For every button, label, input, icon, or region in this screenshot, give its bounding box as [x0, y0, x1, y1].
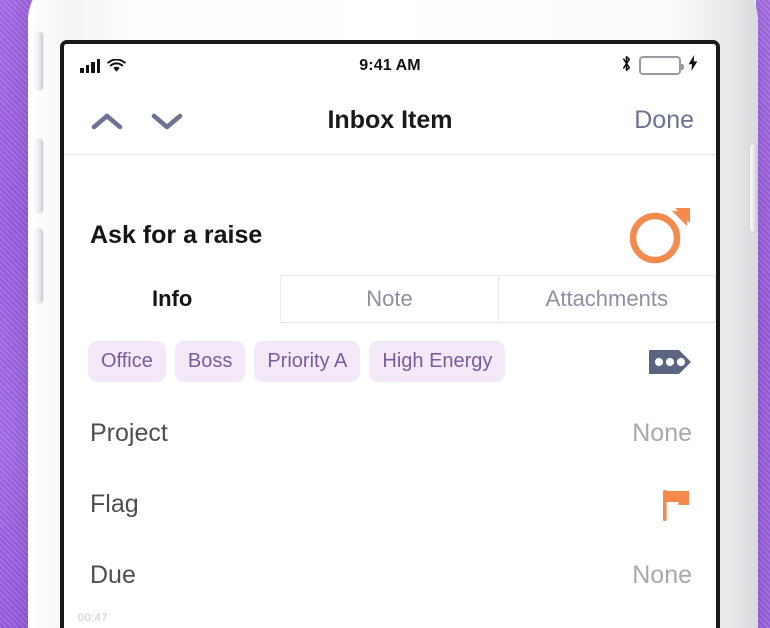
field-label: Due	[90, 561, 136, 589]
field-row-flag[interactable]: Flag	[64, 469, 716, 540]
detail-tabs: Info Note Attachments	[64, 275, 716, 323]
purple-background-right	[756, 0, 770, 628]
tag-pill[interactable]: Priority A	[254, 341, 361, 382]
field-label: Project	[90, 419, 168, 447]
tag-pill[interactable]: Office	[88, 341, 166, 382]
field-row-due[interactable]: Due None	[64, 540, 716, 611]
volume-up-button[interactable]	[36, 139, 43, 213]
flag-icon[interactable]	[662, 488, 692, 522]
status-bar-clock: 9:41 AM	[359, 56, 421, 74]
item-title: Ask for a raise	[90, 220, 263, 249]
tab-info-label: Info	[152, 285, 193, 311]
status-circle-icon[interactable]	[626, 202, 692, 268]
tag-pill[interactable]: Boss	[174, 341, 246, 382]
tab-info[interactable]: Info	[64, 275, 280, 323]
field-value: None	[632, 561, 692, 589]
tab-attachments[interactable]: Attachments	[498, 275, 716, 323]
volume-down-button[interactable]	[36, 229, 43, 303]
field-value: None	[632, 419, 692, 447]
phone-screen: 9:41 AM Inbox Item Done Ask for a raise …	[60, 40, 720, 628]
tab-note-label: Note	[366, 286, 413, 311]
item-header: Ask for a raise	[64, 155, 716, 271]
field-label: Flag	[90, 490, 139, 518]
tab-note[interactable]: Note	[280, 275, 499, 323]
done-button[interactable]: Done	[634, 106, 694, 135]
tags-row: Office Boss Priority A High Energy	[64, 323, 716, 398]
chevron-up-icon[interactable]	[90, 110, 124, 132]
navigation-bar: Inbox Item Done	[64, 87, 716, 155]
item-detail-content: Ask for a raise Info Note Attachments Of…	[64, 155, 716, 611]
power-button[interactable]	[750, 144, 757, 232]
tag-pill[interactable]: High Energy	[369, 341, 506, 382]
chevron-down-icon[interactable]	[150, 110, 184, 132]
mute-switch-button[interactable]	[36, 32, 43, 90]
tab-attachments-label: Attachments	[545, 286, 668, 311]
status-bar: 9:41 AM	[64, 44, 716, 87]
battery-icon	[639, 56, 684, 75]
field-row-project[interactable]: Project None	[64, 398, 716, 469]
tag-ellipsis-icon[interactable]	[646, 347, 694, 377]
